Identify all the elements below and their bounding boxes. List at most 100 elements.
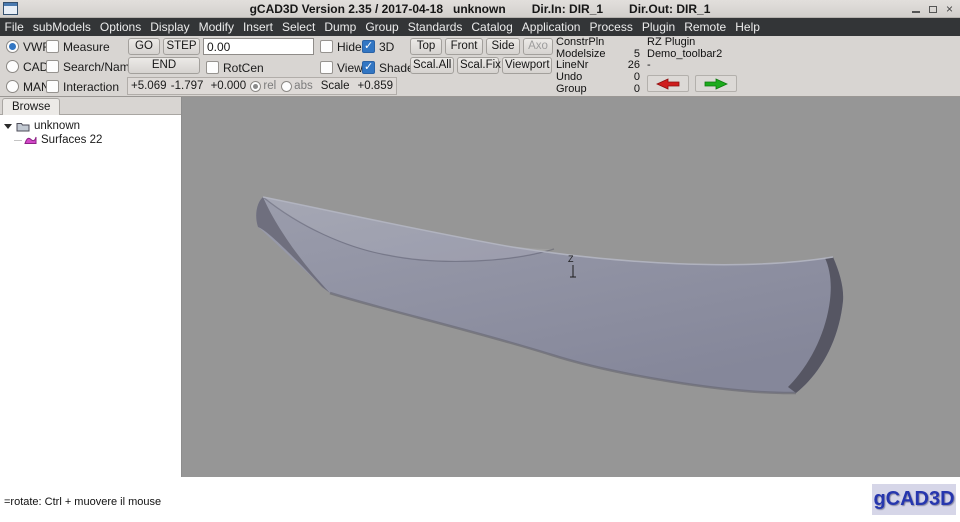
tree-item-surfaces[interactable]: Surfaces 22 xyxy=(0,133,181,147)
radio-icon[interactable] xyxy=(250,80,262,92)
menu-modify[interactable]: Modify xyxy=(194,18,238,36)
rotcen-checkbox[interactable]: RotCen xyxy=(206,60,264,75)
interaction-checkbox[interactable]: Interaction xyxy=(46,79,119,94)
maximize-button[interactable] xyxy=(924,1,941,17)
checkbox-label: Measure xyxy=(63,39,110,54)
status-extra: RZ Plugin xyxy=(647,36,696,48)
menu-insert[interactable]: Insert xyxy=(238,18,277,36)
checkbox-label: View xyxy=(337,60,363,75)
checkbox-icon[interactable] xyxy=(362,61,375,74)
menu-remote[interactable]: Remote xyxy=(680,18,731,36)
scale-all-button[interactable]: Scal.All xyxy=(410,57,454,74)
close-button[interactable]: × xyxy=(941,1,958,17)
z-axis-label: Z xyxy=(568,254,574,264)
checkbox-icon[interactable] xyxy=(46,60,59,73)
abs-radio[interactable]: abs xyxy=(281,80,313,92)
menu-catalog[interactable]: Catalog xyxy=(467,18,517,36)
end-button[interactable]: END xyxy=(128,57,200,74)
radio-icon[interactable] xyxy=(281,80,293,92)
expander-icon[interactable] xyxy=(4,123,12,129)
sidebar-tabs: Browse xyxy=(0,97,181,115)
gcad3d-logo: gCAD3D xyxy=(872,484,956,515)
checkbox-label: RotCen xyxy=(223,60,264,75)
menubar: File subModels Options Display Modify In… xyxy=(0,18,960,36)
titlebar: gCAD3D Version 2.35 / 2017-04-18 unknown D… xyxy=(0,0,960,18)
status-line-rotate: =rotate: Ctrl + muovere il mouse xyxy=(4,496,162,508)
title-document: unknown xyxy=(453,2,506,16)
tree-label: unknown xyxy=(34,120,81,132)
radio-icon[interactable] xyxy=(6,60,19,73)
radio-icon[interactable] xyxy=(6,80,19,93)
rel-radio[interactable]: rel xyxy=(250,80,276,92)
status-messages: =rotate: Ctrl + muovere il mouse =zoom: … xyxy=(4,477,194,522)
window-title: gCAD3D Version 2.35 / 2017-04-18 unknown D… xyxy=(0,0,960,18)
red-left-arrow-icon xyxy=(656,77,680,90)
menu-help[interactable]: Help xyxy=(731,18,765,36)
go-button[interactable]: GO xyxy=(128,38,160,55)
step-button[interactable]: STEP xyxy=(163,38,200,55)
menu-application[interactable]: Application xyxy=(517,18,585,36)
maximize-icon xyxy=(928,5,937,13)
boat-model-canvas: Z xyxy=(256,196,844,395)
rel-label: rel xyxy=(263,80,277,92)
front-view-button[interactable]: Front xyxy=(445,38,483,55)
view-checkbox[interactable]: View xyxy=(320,60,363,75)
undo-button[interactable] xyxy=(647,75,689,92)
checkbox-icon[interactable] xyxy=(46,40,59,53)
mode-radio-man[interactable]: MAN xyxy=(6,79,50,94)
scale-label: Scale xyxy=(320,80,350,92)
viewport-3d[interactable]: Z xyxy=(182,97,960,477)
tree-item-unknown[interactable]: unknown xyxy=(0,119,181,133)
menu-plugin[interactable]: Plugin xyxy=(637,18,679,36)
minimize-button[interactable] xyxy=(907,1,924,17)
title-version: gCAD3D Version 2.35 / 2017-04-18 xyxy=(249,2,444,16)
status-value xyxy=(610,37,640,49)
tree-label: Surfaces 22 xyxy=(41,134,103,146)
menu-options[interactable]: Options xyxy=(95,18,145,36)
menu-display[interactable]: Display xyxy=(146,18,194,36)
checkbox-icon[interactable] xyxy=(206,61,219,74)
abs-label: abs xyxy=(294,80,313,92)
folder-icon xyxy=(16,121,30,132)
hide-checkbox[interactable]: Hide xyxy=(320,39,362,54)
menu-dump[interactable]: Dump xyxy=(320,18,361,36)
menu-standards[interactable]: Standards xyxy=(403,18,467,36)
surfaces-icon xyxy=(24,135,37,145)
shade-checkbox[interactable]: Shade xyxy=(362,60,414,75)
coordinate-display: +5.069 -1.797 +0.000 rel abs Scale +0.85… xyxy=(127,77,397,95)
mode-radio-cad[interactable]: CAD xyxy=(6,59,48,74)
model-tree: unknown Surfaces 22 xyxy=(0,115,181,147)
viewport-button[interactable]: Viewport xyxy=(502,57,552,74)
axo-view-button[interactable]: Axo xyxy=(523,38,553,55)
menu-process[interactable]: Process xyxy=(585,18,637,36)
checkbox-label: Shade xyxy=(379,60,414,75)
statusbar: =rotate: Ctrl + muovere il mouse =zoom: … xyxy=(0,477,960,522)
status-extra: - xyxy=(647,59,651,72)
status-label: Group xyxy=(556,82,587,95)
scale-fix-button[interactable]: Scal.Fix xyxy=(457,57,501,74)
scale-value: +0.859 xyxy=(357,80,394,92)
redo-button[interactable] xyxy=(695,75,737,92)
search-name-checkbox[interactable]: Search/Name xyxy=(46,59,136,74)
three-d-checkbox[interactable]: 3D xyxy=(362,39,394,54)
radio-icon[interactable] xyxy=(6,40,19,53)
menu-select[interactable]: Select xyxy=(277,18,319,36)
top-view-button[interactable]: Top xyxy=(410,38,442,55)
measure-checkbox[interactable]: Measure xyxy=(46,39,110,54)
checkbox-icon[interactable] xyxy=(320,40,333,53)
checkbox-label: 3D xyxy=(379,39,395,54)
tab-browse[interactable]: Browse xyxy=(2,98,61,115)
menu-group[interactable]: Group xyxy=(361,18,403,36)
checkbox-icon[interactable] xyxy=(46,80,59,93)
tree-connector xyxy=(14,139,22,141)
title-dir-out: Dir.Out: DIR_1 xyxy=(629,2,711,16)
checkbox-label: Interaction xyxy=(63,79,120,94)
menu-file[interactable]: File xyxy=(0,18,28,36)
menu-submodels[interactable]: subModels xyxy=(28,18,95,36)
value-input[interactable] xyxy=(203,38,314,55)
checkbox-icon[interactable] xyxy=(320,61,333,74)
checkbox-icon[interactable] xyxy=(362,40,375,53)
toolbar: VWR CAD MAN Measure Search/Name Interact… xyxy=(0,36,960,97)
side-view-button[interactable]: Side xyxy=(486,38,520,55)
mode-radio-vwr[interactable]: VWR xyxy=(6,39,51,54)
